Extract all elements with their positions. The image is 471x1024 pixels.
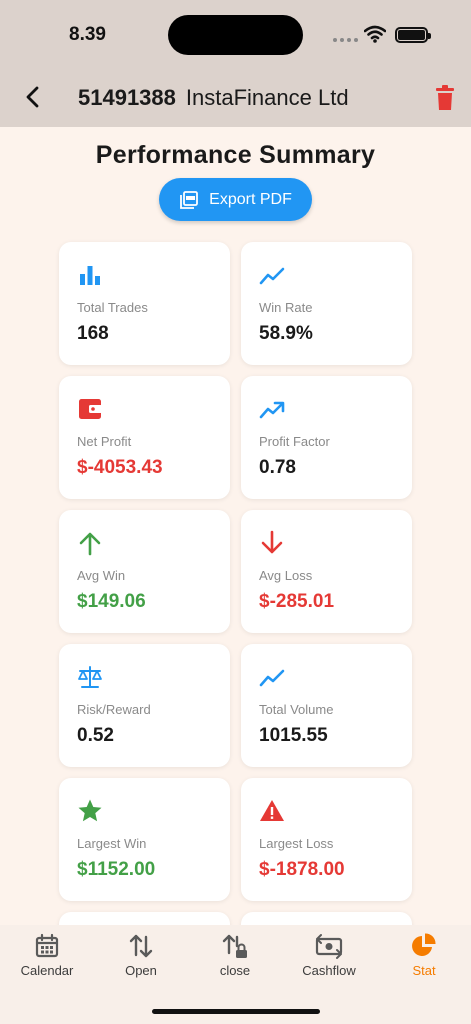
- stat-label: Profit Factor: [259, 434, 330, 449]
- stat-label: Net Profit: [77, 434, 132, 449]
- pie-chart-icon: [412, 933, 436, 956]
- export-pdf-label: Export PDF: [209, 190, 292, 208]
- stat-value: $-285.01: [259, 591, 335, 612]
- nav-item-stat[interactable]: Stat: [377, 933, 471, 978]
- nav-item-calendar[interactable]: Calendar: [0, 933, 94, 978]
- stat-label: Largest Loss: [259, 836, 334, 851]
- stat-value: 168: [77, 323, 109, 344]
- back-button[interactable]: [18, 82, 48, 112]
- stat-label: Avg Loss: [259, 568, 313, 583]
- stat-card-largest-loss: Largest Loss $-1878.00: [241, 778, 412, 901]
- stat-card-net-profit: Net Profit $-4053.43: [59, 376, 230, 499]
- stat-value: $-4053.43: [77, 457, 163, 478]
- trending-line-icon: [259, 669, 285, 687]
- stat-card-avg-win: Avg Win $149.06: [59, 510, 230, 633]
- nav-label-stat: Stat: [412, 963, 436, 978]
- account-number: 51491388: [78, 85, 176, 110]
- arrow-up-icon: [79, 532, 101, 556]
- signal-dots-icon: [333, 38, 358, 42]
- stat-label: Risk/Reward: [77, 702, 151, 717]
- stat-card-total-volume: Total Volume 1015.55: [241, 644, 412, 767]
- stat-value: 1015.55: [259, 725, 328, 746]
- stat-label: Total Trades: [77, 300, 148, 315]
- stat-card-total-trades: Total Trades 168: [59, 242, 230, 365]
- stat-value: 0.52: [77, 725, 114, 746]
- money-icon: [315, 934, 343, 959]
- stat-label: Total Volume: [259, 702, 334, 717]
- pdf-icon: [180, 190, 199, 209]
- swap-arrows-icon: [129, 934, 153, 958]
- nav-label-close: close: [219, 963, 251, 978]
- stat-value: 58.9%: [259, 323, 313, 344]
- status-bar: 8.39: [0, 0, 471, 72]
- export-pdf-button[interactable]: Export PDF: [159, 178, 312, 221]
- bar-chart-icon: [80, 266, 100, 285]
- delete-button[interactable]: [432, 84, 458, 112]
- stat-value: 0.78: [259, 457, 296, 478]
- dynamic-island: [168, 15, 303, 55]
- wifi-icon: [364, 25, 386, 43]
- nav-item-open[interactable]: Open: [94, 933, 188, 978]
- app-bar: 51491388 InstaFinance Ltd: [0, 72, 471, 127]
- warning-icon: [260, 800, 284, 821]
- arrow-down-icon: [261, 530, 283, 554]
- stat-card-avg-loss: Avg Loss $-285.01: [241, 510, 412, 633]
- account-title: 51491388 InstaFinance Ltd: [78, 85, 349, 111]
- stat-value: $-1878.00: [259, 859, 345, 880]
- stat-value: $1152.00: [77, 859, 156, 880]
- stat-card-win-rate: Win Rate 58.9%: [241, 242, 412, 365]
- trending-line-icon: [259, 267, 285, 285]
- stat-card-risk-reward: Risk/Reward 0.52: [59, 644, 230, 767]
- nav-item-close[interactable]: close: [188, 933, 282, 978]
- swap-lock-icon: [222, 934, 247, 958]
- page-title: Performance Summary: [95, 141, 376, 169]
- stat-card-profit-factor: Profit Factor 0.78: [241, 376, 412, 499]
- status-time: 8.39: [69, 24, 106, 45]
- broker-name: InstaFinance Ltd: [185, 85, 349, 110]
- nav-label-calendar: Calendar: [20, 963, 74, 978]
- stat-card-largest-win: Largest Win $1152.00: [59, 778, 230, 901]
- balance-scale-icon: [78, 666, 102, 688]
- home-indicator: [152, 1009, 320, 1014]
- nav-label-open: Open: [125, 963, 157, 978]
- battery-icon: [395, 27, 431, 43]
- trending-up-icon: [259, 401, 285, 419]
- stat-value: $149.06: [77, 591, 146, 612]
- wallet-icon: [79, 399, 102, 419]
- star-icon: [78, 799, 102, 822]
- stat-label: Avg Win: [77, 568, 126, 583]
- stat-label: Largest Win: [77, 836, 147, 851]
- nav-label-cashflow: Cashflow: [302, 963, 356, 978]
- stat-label: Win Rate: [259, 300, 313, 315]
- calendar-icon: [35, 933, 59, 958]
- nav-item-cashflow[interactable]: Cashflow: [282, 933, 376, 978]
